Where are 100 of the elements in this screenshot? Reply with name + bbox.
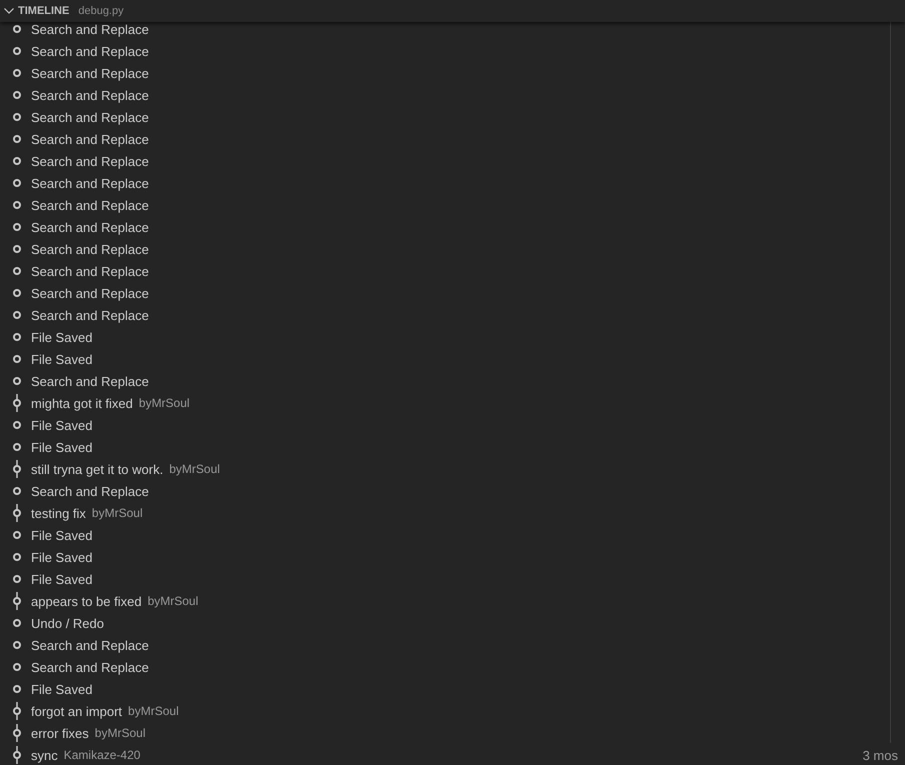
panel-title: TIMELINE xyxy=(18,5,70,17)
circle-icon xyxy=(12,641,20,649)
item-time: 3 mos xyxy=(862,748,898,762)
item-label: Search and Replace xyxy=(31,154,149,168)
commit-icon xyxy=(12,592,20,610)
timeline-item[interactable]: error fixes byMrSoul xyxy=(0,722,905,744)
item-author: byMrSoul xyxy=(148,594,198,608)
timeline-item[interactable]: Search and Replace xyxy=(0,128,905,150)
panel-header[interactable]: TIMELINE debug.py xyxy=(0,0,905,22)
item-label: File Saved xyxy=(31,528,92,542)
circle-icon xyxy=(12,333,20,341)
circle-icon xyxy=(12,685,20,693)
item-label: Search and Replace xyxy=(31,660,149,674)
timeline-item[interactable]: Undo / Redo xyxy=(0,612,905,634)
circle-icon xyxy=(12,179,20,187)
item-label: testing fix xyxy=(31,506,86,520)
timeline-item[interactable]: still tryna get it to work. byMrSoul xyxy=(0,458,905,480)
circle-icon xyxy=(12,47,20,55)
circle-icon xyxy=(12,531,20,539)
item-label: Search and Replace xyxy=(31,484,149,498)
item-label: still tryna get it to work. xyxy=(31,462,164,476)
timeline-item[interactable]: Search and Replace xyxy=(0,282,905,304)
timeline-item[interactable]: Search and Replace xyxy=(0,656,905,678)
timeline-item[interactable]: forgot an import byMrSoul xyxy=(0,700,905,722)
commit-icon xyxy=(12,460,20,478)
item-label: File Saved xyxy=(31,440,92,454)
circle-icon xyxy=(12,311,20,319)
timeline-item[interactable]: Search and Replace xyxy=(0,106,905,128)
item-label: forgot an import xyxy=(31,704,122,718)
timeline-item[interactable]: Search and Replace xyxy=(0,194,905,216)
item-label: Search and Replace xyxy=(31,132,149,146)
item-label: File Saved xyxy=(31,550,92,564)
item-label: appears to be fixed xyxy=(31,594,142,608)
item-label: File Saved xyxy=(31,572,92,586)
item-label: Search and Replace xyxy=(31,638,149,652)
circle-icon xyxy=(12,25,20,33)
timeline-item[interactable]: Search and Replace xyxy=(0,304,905,326)
file-name: debug.py xyxy=(78,5,124,17)
circle-icon xyxy=(12,443,20,451)
item-label: File Saved xyxy=(31,352,92,366)
commit-icon xyxy=(12,394,20,412)
circle-icon xyxy=(12,223,20,231)
timeline-item[interactable]: Search and Replace xyxy=(0,216,905,238)
timeline-item[interactable]: File Saved xyxy=(0,568,905,590)
circle-icon xyxy=(12,245,20,253)
timeline-item[interactable]: File Saved xyxy=(0,348,905,370)
timeline-item[interactable]: Search and Replace xyxy=(0,84,905,106)
item-label: error fixes xyxy=(31,726,89,740)
circle-icon xyxy=(12,157,20,165)
commit-icon xyxy=(12,504,20,522)
timeline-item[interactable]: File Saved xyxy=(0,524,905,546)
timeline-item[interactable]: Search and Replace xyxy=(0,150,905,172)
circle-icon xyxy=(12,553,20,561)
item-author: byMrSoul xyxy=(169,462,220,476)
circle-icon xyxy=(12,619,20,627)
timeline-item[interactable]: Search and Replace xyxy=(0,22,905,40)
timeline-item[interactable]: Search and Replace xyxy=(0,40,905,62)
item-author: byMrSoul xyxy=(94,726,146,740)
item-label: Search and Replace xyxy=(31,66,149,80)
timeline-item[interactable]: Search and Replace xyxy=(0,370,905,392)
item-label: Search and Replace xyxy=(31,44,149,58)
timeline-item[interactable]: Search and Replace xyxy=(0,238,905,260)
timeline-item[interactable]: File Saved xyxy=(0,436,905,458)
timeline-item[interactable]: Search and Replace xyxy=(0,634,905,656)
circle-icon xyxy=(12,91,20,99)
timeline-item[interactable]: File Saved xyxy=(0,678,905,700)
timeline-item[interactable]: appears to be fixed byMrSoul xyxy=(0,590,905,612)
item-label: Undo / Redo xyxy=(31,616,104,630)
item-label: Search and Replace xyxy=(31,198,149,212)
timeline-item[interactable]: mighta got it fixed byMrSoul xyxy=(0,392,905,414)
circle-icon xyxy=(12,201,20,209)
item-label: Search and Replace xyxy=(31,286,149,300)
circle-icon xyxy=(12,135,20,143)
item-label: sync xyxy=(31,748,58,762)
item-author: byMrSoul xyxy=(92,506,143,520)
timeline-item[interactable]: File Saved xyxy=(0,414,905,436)
commit-icon xyxy=(12,702,20,720)
item-label: Search and Replace xyxy=(31,110,149,124)
timeline-item[interactable]: Search and Replace xyxy=(0,172,905,194)
item-label: Search and Replace xyxy=(31,22,149,36)
item-label: Search and Replace xyxy=(31,374,149,388)
circle-icon xyxy=(12,487,20,495)
timeline-item[interactable]: File Saved xyxy=(0,546,905,568)
circle-icon xyxy=(12,113,20,121)
circle-icon xyxy=(12,69,20,77)
item-label: Search and Replace xyxy=(31,308,149,322)
item-label: Search and Replace xyxy=(31,264,149,278)
timeline-item[interactable]: testing fix byMrSoul xyxy=(0,502,905,524)
item-label: Search and Replace xyxy=(31,242,149,256)
item-author: byMrSoul xyxy=(128,704,179,718)
circle-icon xyxy=(12,377,20,385)
item-label: Search and Replace xyxy=(31,88,149,102)
timeline-item[interactable]: Search and Replace xyxy=(0,480,905,502)
timeline-item[interactable]: Search and Replace xyxy=(0,62,905,84)
timeline-item[interactable]: File Saved xyxy=(0,326,905,348)
circle-icon xyxy=(12,289,20,297)
item-label: File Saved xyxy=(31,682,92,696)
circle-icon xyxy=(12,421,20,429)
timeline-item[interactable]: Search and Replace xyxy=(0,260,905,282)
timeline-item[interactable]: sync Kamikaze-420 3 mos xyxy=(0,744,905,765)
